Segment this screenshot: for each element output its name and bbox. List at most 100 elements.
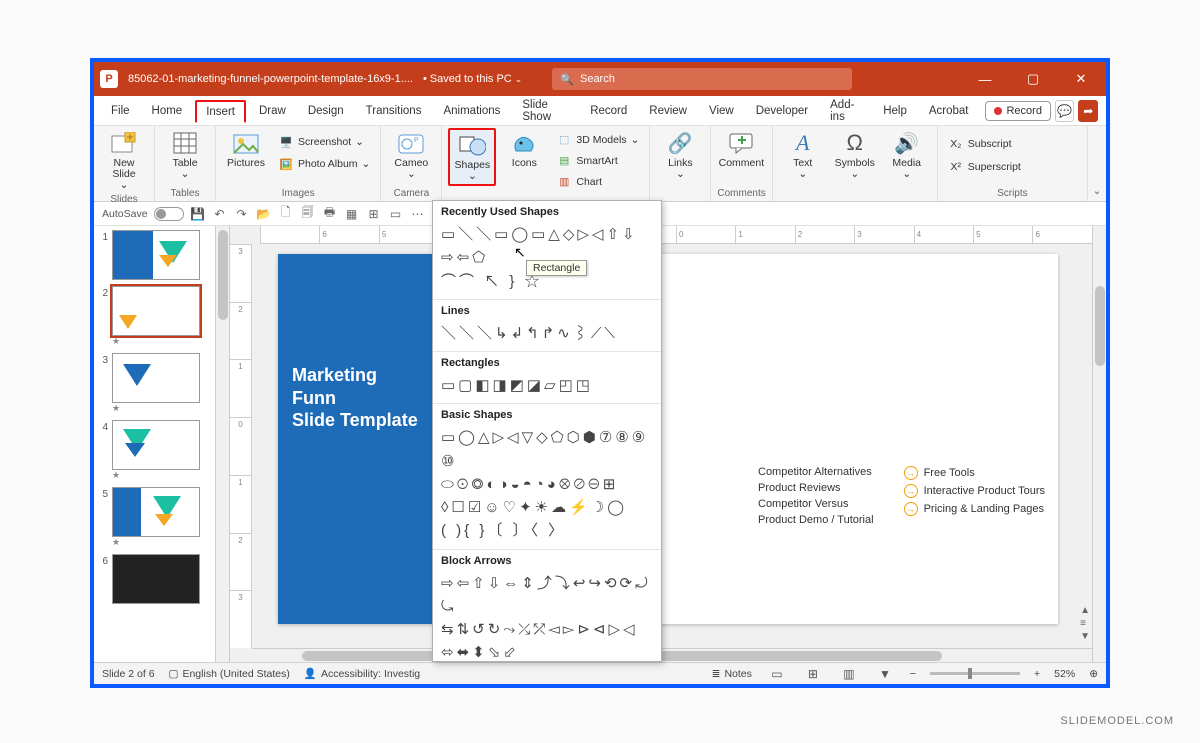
search-input[interactable]: 🔍 Search (552, 68, 852, 90)
shapes-cat-rect: Rectangles (441, 357, 653, 369)
share-button[interactable]: ➦ (1078, 100, 1098, 122)
shapes-button[interactable]: Shapes⌄ (448, 128, 496, 186)
tab-addins[interactable]: Add-ins (821, 95, 870, 127)
shape-items[interactable]: ＼＼＼↳↲↰↱∿⌇⟋⟍ (441, 322, 653, 345)
shape-items[interactable]: ◊☐☑☺♡✦☀☁⚡☽◯ (441, 496, 653, 519)
shape-items[interactable]: ▭◯△▷◁▽◇⬠⬡⬢⑦⑧⑨⑩ (441, 426, 653, 473)
view-reading[interactable]: ▥ (838, 666, 860, 682)
tab-design[interactable]: Design (299, 101, 353, 121)
thumb-2[interactable]: 2★ (94, 286, 215, 347)
thumb-6[interactable]: 6 (94, 554, 215, 604)
tab-transitions[interactable]: Transitions (357, 101, 431, 121)
zoom-out[interactable]: − (910, 668, 916, 680)
save-icon[interactable]: 💾 (190, 206, 206, 222)
photo-album-button[interactable]: 🖼️Photo Album ⌄ (274, 154, 374, 174)
comment-button[interactable]: Comment (717, 128, 765, 171)
zoom-in[interactable]: + (1034, 668, 1040, 680)
record-dot-icon (994, 107, 1002, 115)
accessibility-indicator[interactable]: 👤 Accessibility: Investig (304, 667, 420, 680)
pictures-button[interactable]: Pictures (222, 128, 270, 171)
shape-tooltip: Rectangle (526, 260, 587, 276)
undo-icon[interactable]: ↶ (212, 206, 228, 222)
view-sorter[interactable]: ⊞ (802, 666, 824, 682)
subscript-icon: X₂ (948, 136, 964, 152)
collapse-ribbon-button[interactable]: ⌄ (1088, 126, 1106, 201)
tab-acrobat[interactable]: Acrobat (920, 101, 978, 121)
thumb-1[interactable]: 1 (94, 230, 215, 280)
fit-button[interactable]: ⊕ (1089, 668, 1098, 680)
thumbnail-scrollbar[interactable] (216, 226, 230, 662)
tab-file[interactable]: File (102, 101, 139, 121)
icons-button[interactable]: Icons (500, 128, 548, 171)
redo-icon[interactable]: ↷ (234, 206, 250, 222)
slide-nav-buttons[interactable]: ▲≡▼ (1080, 605, 1090, 642)
superscript-button[interactable]: X²Superscript (944, 157, 1025, 177)
minimize-button[interactable]: — (966, 62, 1004, 96)
tab-view[interactable]: View (700, 101, 743, 121)
superscript-icon: X² (948, 159, 964, 175)
svg-text:P: P (414, 137, 419, 144)
cube-icon: ⬚ (556, 132, 572, 148)
shape-items[interactable]: ⇆⇅↺↻⤳⤰⤱◅▻⊳⊲▷◁ (441, 618, 653, 641)
qat-icon[interactable]: 🗐 (300, 206, 316, 222)
status-bar: Slide 2 of 6 ▢ English (United States) 👤… (94, 662, 1106, 684)
icons-icon (510, 130, 538, 156)
thumb-3[interactable]: 3★ (94, 353, 215, 414)
shapes-icon (458, 132, 486, 158)
tab-slideshow[interactable]: Slide Show (513, 95, 577, 127)
qat-more[interactable]: ⋯ (410, 206, 426, 222)
open-icon[interactable]: 📂 (256, 206, 272, 222)
qat-icon[interactable]: 🖶 (322, 206, 338, 222)
thumb-5[interactable]: 5★ (94, 487, 215, 548)
tab-insert[interactable]: Insert (195, 100, 246, 123)
subscript-button[interactable]: X₂Subscript (944, 134, 1016, 154)
maximize-button[interactable]: ▢ (1014, 62, 1052, 96)
3d-models-button[interactable]: ⬚3D Models ⌄ (552, 130, 643, 150)
close-button[interactable]: ✕ (1062, 62, 1100, 96)
shape-items[interactable]: ( ){ }〔 〕〈 〉 (441, 519, 653, 542)
text-button[interactable]: A Text⌄ (779, 128, 827, 182)
smartart-button[interactable]: ▤SmartArt (552, 151, 643, 171)
autosave-toggle[interactable] (154, 207, 184, 221)
ribbon-group-text: A Text⌄ Ω Symbols⌄ 🔊 Media⌄ (773, 126, 938, 201)
arrow-icon: → (904, 484, 918, 498)
cameo-button[interactable]: P Cameo⌄ (387, 128, 435, 182)
save-status[interactable]: • Saved to this PC ⌄ (423, 73, 522, 85)
language-indicator[interactable]: ▢ English (United States) (169, 668, 290, 680)
media-button[interactable]: 🔊 Media⌄ (883, 128, 931, 182)
shape-items[interactable]: ⬭⊙◎◐◑◒◓◔◕⊗⊘⊖⊞ (441, 473, 653, 496)
qat-icon[interactable]: 🗋 (278, 206, 294, 222)
shape-items[interactable]: ⇨⇦⇧⇩⇔⇕⤴⤵↩↪⟲⟳⤾⤿ (441, 572, 653, 619)
qat-icon[interactable]: ⊞ (366, 206, 382, 222)
table-button[interactable]: Table⌄ (161, 128, 209, 182)
vertical-scrollbar[interactable] (1092, 226, 1106, 662)
new-slide-button[interactable]: New Slide⌄ (100, 128, 148, 193)
smartart-icon: ▤ (556, 153, 572, 169)
shape-items[interactable]: ▭▢◧◨◩◪▱◰◳ (441, 374, 653, 397)
qat-icon[interactable]: ▭ (388, 206, 404, 222)
view-normal[interactable]: ▭ (766, 666, 788, 682)
thumb-4[interactable]: 4★ (94, 420, 215, 481)
tab-home[interactable]: Home (143, 101, 192, 121)
chart-button[interactable]: ▥Chart (552, 172, 643, 192)
record-button[interactable]: Record (985, 101, 1050, 121)
horizontal-scrollbar[interactable] (252, 648, 1092, 662)
slide[interactable]: Marketing FunnSlide Template Competitor … (278, 254, 1058, 624)
shapes-cat-lines: Lines (441, 305, 653, 317)
screenshot-button[interactable]: 🖥️Screenshot ⌄ (274, 132, 374, 152)
notes-button[interactable]: ≣ Notes (712, 668, 752, 680)
zoom-level[interactable]: 52% (1054, 668, 1075, 680)
view-slideshow[interactable]: ▼ (874, 666, 896, 682)
tab-developer[interactable]: Developer (747, 101, 817, 121)
zoom-slider[interactable] (930, 672, 1020, 675)
tab-animations[interactable]: Animations (434, 101, 509, 121)
tab-review[interactable]: Review (640, 101, 696, 121)
tab-draw[interactable]: Draw (250, 101, 295, 121)
comments-pane-button[interactable]: 💬 (1055, 100, 1075, 122)
symbols-button[interactable]: Ω Symbols⌄ (831, 128, 879, 182)
tab-help[interactable]: Help (874, 101, 916, 121)
tab-record[interactable]: Record (581, 101, 636, 121)
shape-items[interactable]: ⬄⬌⬍⬂⬃ (441, 641, 653, 662)
links-button[interactable]: 🔗 Links⌄ (656, 128, 704, 182)
qat-icon[interactable]: ▦ (344, 206, 360, 222)
